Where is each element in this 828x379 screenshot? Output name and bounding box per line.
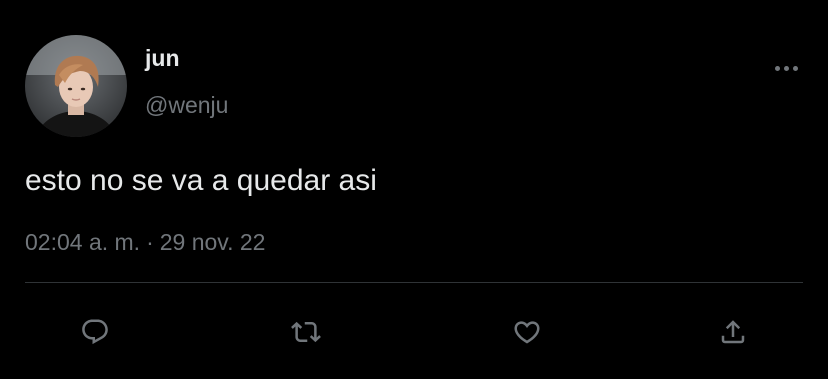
reply-icon [82,319,108,345]
divider [25,282,803,283]
tweet-meta: 02:04 a. m. · 29 nov. 22 [25,228,265,256]
more-dot [792,65,798,71]
like-icon [514,321,540,344]
more-options-button[interactable] [768,56,804,80]
user-handle[interactable]: @wenju [145,91,228,119]
tweet-text: esto no se va a quedar asi [25,164,377,197]
more-dot [774,65,780,71]
avatar[interactable] [25,35,127,137]
more-dot [783,65,789,71]
tweet-card: jun @wenju esto no se va a quedar asi 02… [0,0,828,379]
meta-separator: · [146,229,154,255]
display-name[interactable]: jun [145,44,180,72]
share-icon [721,320,745,344]
reply-button[interactable] [73,310,117,354]
retweet-icon [291,321,321,343]
share-button[interactable] [711,310,755,354]
tweet-date[interactable]: 29 nov. 22 [160,229,266,255]
profile-photo-icon [25,35,127,137]
like-button[interactable] [505,310,549,354]
retweet-button[interactable] [284,310,328,354]
tweet-time[interactable]: 02:04 a. m. [25,229,140,255]
